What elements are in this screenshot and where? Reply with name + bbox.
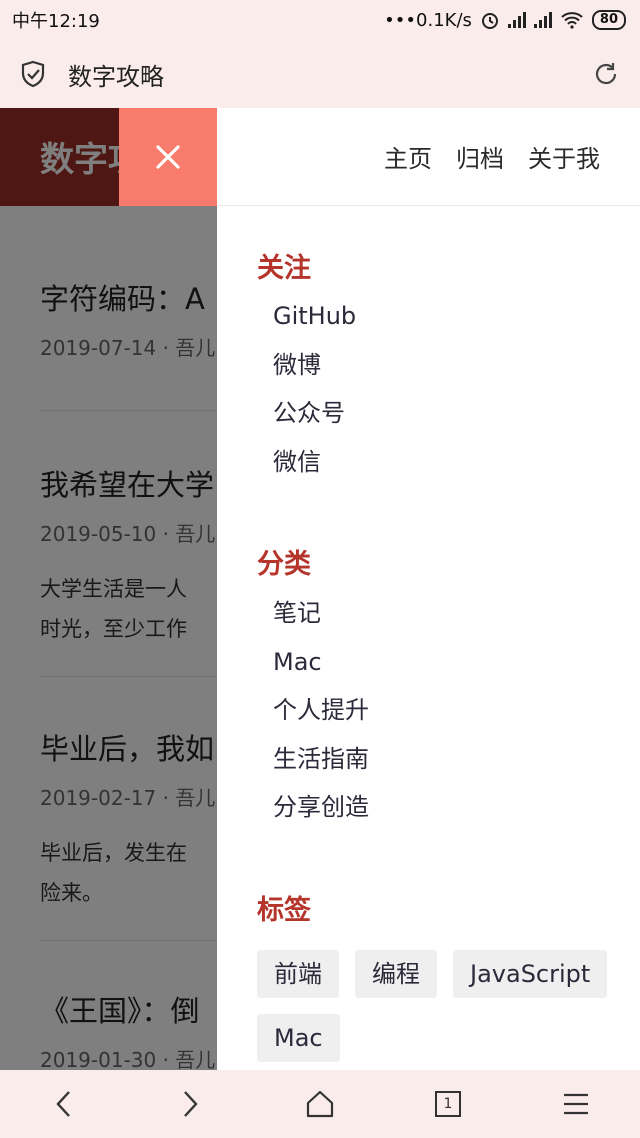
battery-indicator: 80 (591, 10, 626, 30)
menu-button[interactable] (546, 1070, 606, 1138)
close-menu-button[interactable] (119, 108, 217, 206)
tag-mac[interactable]: Mac (257, 1014, 340, 1062)
browser-bottom-bar: 1 (0, 1070, 640, 1138)
category-share-create-link[interactable]: 分享创造 (273, 783, 369, 832)
page-content: 数字攻略 字符编码：A 2019-07-14 · 吾儿 我希望在大学 2019-… (0, 108, 640, 1070)
signal-icon-2 (533, 12, 552, 28)
categories-section-title: 分类 (257, 549, 311, 580)
menu-icon (564, 1093, 588, 1115)
follow-section-title: 关注 (257, 253, 311, 284)
tab-count: 1 (443, 1096, 453, 1112)
tags-section-title: 标签 (257, 895, 311, 926)
alarm-icon (481, 13, 498, 29)
tabs-button[interactable]: 1 (418, 1070, 478, 1138)
status-indicators: •••0.1K/s 80 (384, 10, 626, 31)
back-button[interactable] (34, 1070, 94, 1138)
categories-list: 笔记 Mac 个人提升 生活指南 分享创造 (273, 589, 369, 832)
tags-list: 前端 编程 JavaScript Mac (257, 950, 617, 1062)
nav-archive[interactable]: 归档 (456, 139, 504, 174)
tabs-icon: 1 (435, 1091, 461, 1117)
status-time: 中午12:19 (12, 11, 100, 32)
shield-check-icon[interactable] (20, 60, 46, 88)
category-life-guide-link[interactable]: 生活指南 (273, 735, 369, 784)
follow-weibo-link[interactable]: 微博 (273, 341, 356, 390)
forward-button[interactable] (160, 1070, 220, 1138)
chevron-left-icon (56, 1091, 70, 1117)
status-bar: 中午12:19 •••0.1K/s 80 (0, 0, 640, 40)
follow-github-link[interactable]: GitHub (273, 292, 356, 341)
signal-icon (507, 12, 526, 28)
category-mac-link[interactable]: Mac (273, 638, 369, 687)
follow-wechat-link[interactable]: 微信 (273, 438, 356, 487)
wifi-icon (561, 12, 583, 29)
home-icon (306, 1090, 334, 1118)
follow-official-account-link[interactable]: 公众号 (273, 389, 356, 438)
chevron-right-icon (184, 1091, 198, 1117)
page-title[interactable]: 数字攻略 (68, 57, 592, 92)
tag-programming[interactable]: 编程 (355, 950, 437, 998)
tag-javascript[interactable]: JavaScript (453, 950, 608, 998)
nav-about[interactable]: 关于我 (528, 139, 600, 174)
category-self-improvement-link[interactable]: 个人提升 (273, 686, 369, 735)
drawer-nav: 主页 归档 关于我 (217, 108, 640, 206)
side-drawer: 主页 归档 关于我 关注 GitHub 微博 公众号 微信 分类 笔记 Mac … (217, 108, 640, 1070)
nav-home[interactable]: 主页 (384, 139, 432, 174)
follow-list: GitHub 微博 公众号 微信 (273, 292, 356, 486)
tag-frontend[interactable]: 前端 (257, 950, 339, 998)
category-notes-link[interactable]: 笔记 (273, 589, 369, 638)
refresh-icon[interactable] (592, 60, 620, 88)
home-button[interactable] (290, 1070, 350, 1138)
browser-address-bar: 数字攻略 (0, 40, 640, 108)
close-icon (156, 145, 180, 169)
network-speed: •••0.1K/s (384, 9, 472, 31)
